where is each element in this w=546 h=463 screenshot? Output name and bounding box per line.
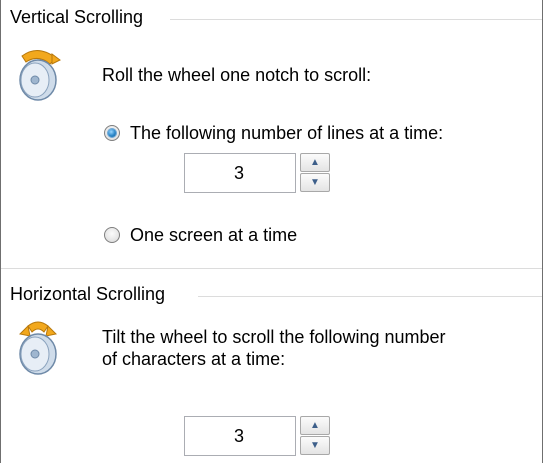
arrow-up-icon: ▲ <box>310 156 320 168</box>
lines-input-box[interactable]: 3 <box>184 153 296 193</box>
chars-value[interactable]: 3 <box>185 417 293 455</box>
arrow-down-icon: ▼ <box>310 439 320 451</box>
horizontal-group-border <box>198 296 542 297</box>
chars-decrement-button[interactable]: ▼ <box>300 436 330 455</box>
lines-at-a-time-label[interactable]: The following number of lines at a time: <box>130 122 443 144</box>
horizontal-instruction-line1: Tilt the wheel to scroll the following n… <box>102 327 446 347</box>
one-screen-label[interactable]: One screen at a time <box>130 224 297 246</box>
lines-spinner: 3 ▲ ▼ <box>184 153 334 193</box>
arrow-down-icon: ▼ <box>310 176 320 188</box>
vertical-group-border <box>170 19 542 20</box>
chars-increment-button[interactable]: ▲ <box>300 416 330 435</box>
vertical-scrolling-title: Vertical Scrolling <box>10 7 148 28</box>
chars-input-box[interactable]: 3 <box>184 416 296 456</box>
lines-decrement-button[interactable]: ▼ <box>300 173 330 192</box>
horizontal-scrolling-title: Horizontal Scrolling <box>10 284 170 305</box>
radio-selected-dot <box>108 129 116 137</box>
arrow-up-icon: ▲ <box>310 419 320 431</box>
group-separator <box>1 268 542 269</box>
lines-at-a-time-radio[interactable] <box>104 125 120 141</box>
lines-value[interactable]: 3 <box>185 154 293 192</box>
mouse-wheel-icon <box>19 50 61 101</box>
vertical-instruction: Roll the wheel one notch to scroll: <box>102 65 372 85</box>
lines-increment-button[interactable]: ▲ <box>300 153 330 172</box>
chars-spinner: 3 ▲ ▼ <box>184 416 334 456</box>
horizontal-instruction-line2: of characters at a time: <box>102 349 286 369</box>
mouse-wheel-tilt-icon <box>18 321 58 375</box>
one-screen-radio[interactable] <box>104 227 120 243</box>
